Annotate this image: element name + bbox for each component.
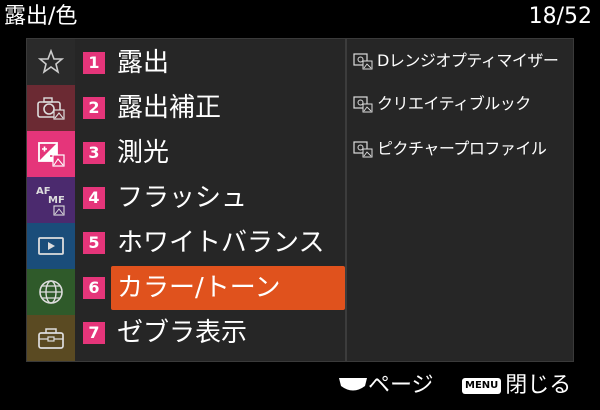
menu-item-white-balance[interactable]: 5 ホワイトバランス [79,221,345,265]
category-tabs: AF MF [27,39,75,361]
submenu-item-label: ピクチャープロファイル [377,139,547,158]
submenu-item-label: クリエイティブルック [377,94,531,113]
page-label: ページ [368,373,434,398]
photo-icon [353,141,373,158]
submenu-item-creative-look[interactable]: クリエイティブルック [353,84,531,124]
submenu-list: Dレンジオプティマイザー クリエイティブルック ピクチャープロファイル [347,39,573,361]
tab-playback[interactable] [27,223,75,269]
photo-icon [353,53,373,70]
network-icon [39,280,63,304]
exposure-icon [38,142,65,167]
playback-icon [38,237,64,255]
tab-network[interactable] [27,269,75,315]
page-title: 露出/色 [4,4,78,29]
submenu-item-picture-profile[interactable]: ピクチャープロファイル [353,129,547,169]
footer: ページ MENU 閉じる [0,364,600,410]
item-number: 2 [83,97,105,119]
tab-focus[interactable]: AF MF [27,177,75,223]
menu-list: 1 露出 2 露出補正 3 測光 4 フラッシュ 5 ホワイトバランス 6 カラ… [79,39,345,361]
menu-item-label: ゼブラ表示 [117,318,248,348]
menu-item-zebra[interactable]: 7 ゼブラ表示 [79,311,345,355]
tab-shooting[interactable] [27,85,75,131]
menu-item-label: 露出 [117,48,170,78]
submenu-item-label: Dレンジオプティマイザー [377,51,559,70]
page-counter: 18/52 [528,4,592,29]
menu-item-label: フラッシュ [117,183,248,213]
photo-icon [353,96,373,113]
menu-item-metering[interactable]: 3 測光 [79,131,345,175]
star-icon [38,49,64,74]
menu-key-icon: MENU [462,378,502,394]
af-mf-icon: AF MF [36,186,65,216]
menu-item-color-tone[interactable]: 6 カラー/トーン [79,266,345,310]
item-number: 6 [83,277,105,299]
submenu-item-dro[interactable]: Dレンジオプティマイザー [353,41,559,81]
menu-item-exposure[interactable]: 1 露出 [79,41,345,85]
menu-item-label: カラー/トーン [117,273,281,303]
item-number: 1 [83,52,105,74]
item-number: 3 [83,142,105,164]
item-number: 5 [83,232,105,254]
close-label: 閉じる [505,373,572,398]
tab-setup[interactable] [27,315,75,361]
camera-icon [37,97,65,120]
tab-exposure-color[interactable] [27,131,75,177]
page-button[interactable]: ページ [338,370,434,402]
svg-text:MF: MF [48,195,65,206]
menu-item-label: ホワイトバランス [117,228,325,258]
menu-item-label: 露出補正 [117,93,222,123]
menu-panel: AF MF 1 露出 2 露出補正 3 測光 4 フラッシュ 5 ホワイトバラン… [26,38,574,362]
toolbox-icon [38,328,64,349]
header: 露出/色 18/52 [0,0,600,36]
menu-item-flash[interactable]: 4 フラッシュ [79,176,345,220]
menu-item-exposure-comp[interactable]: 2 露出補正 [79,86,345,130]
item-number: 4 [83,187,105,209]
item-number: 7 [83,322,105,344]
dial-icon [339,378,367,391]
tab-favorites[interactable] [27,39,75,85]
menu-item-label: 測光 [117,138,170,168]
close-button[interactable]: MENU 閉じる [462,370,571,402]
